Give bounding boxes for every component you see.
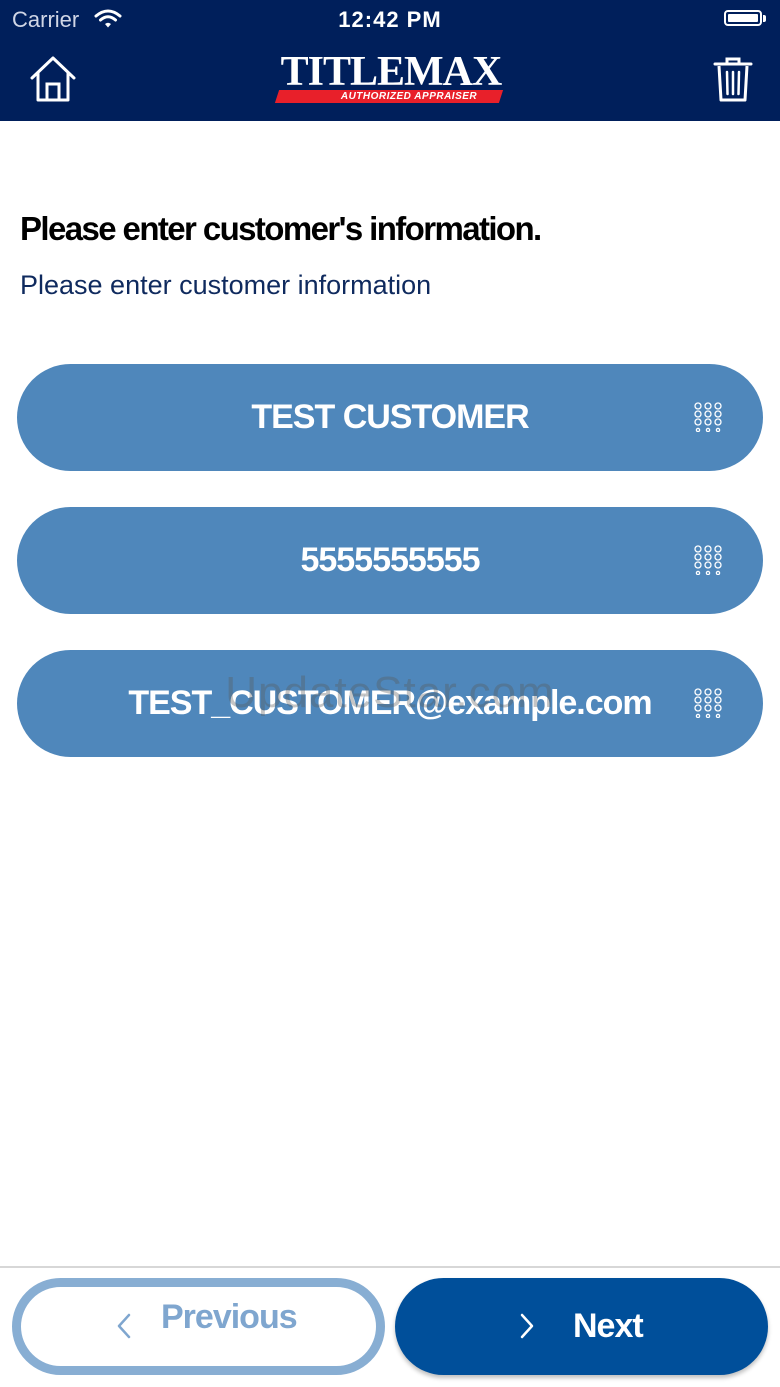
phone-field[interactable]: 5555555555 <box>17 507 763 614</box>
logo-subtitle: AUTHORIZED APPRAISER <box>340 91 478 102</box>
logo-wordmark: TITLEMAX <box>280 49 503 95</box>
previous-label: Previous <box>161 1298 298 1336</box>
trash-icon[interactable] <box>712 54 754 104</box>
keypad-icon[interactable] <box>693 545 723 575</box>
status-bar: Carrier 12:42 PM <box>0 0 780 40</box>
next-label: Next <box>573 1307 644 1345</box>
chevron-right-icon <box>520 1313 534 1339</box>
home-icon[interactable] <box>28 54 78 104</box>
status-time: 12:42 PM <box>338 7 442 32</box>
next-button[interactable]: Next <box>395 1278 768 1375</box>
phone-value: 5555555555 <box>300 541 480 579</box>
page-subtitle: Please enter customer information <box>20 270 432 300</box>
keypad-icon[interactable] <box>693 402 723 432</box>
battery-tip <box>763 15 766 22</box>
email-value: TEST_CUSTOMER@example.com <box>128 684 652 722</box>
page-title: Please enter customer's information. <box>20 210 542 247</box>
email-field[interactable]: TEST_CUSTOMER@example.com <box>17 650 763 757</box>
battery-icon <box>724 10 762 26</box>
previous-button[interactable]: Previous <box>12 1278 385 1375</box>
keypad-icon[interactable] <box>693 688 723 718</box>
titlemax-logo: TITLEMAX AUTHORIZED APPRAISER <box>274 49 507 106</box>
chevron-left-icon <box>117 1313 131 1339</box>
customer-name-field[interactable]: TEST CUSTOMER <box>17 364 763 471</box>
app-header: Carrier 12:42 PM TITLEMAX AUTHORIZED APP… <box>0 0 780 121</box>
customer-name-value: TEST CUSTOMER <box>251 398 529 436</box>
